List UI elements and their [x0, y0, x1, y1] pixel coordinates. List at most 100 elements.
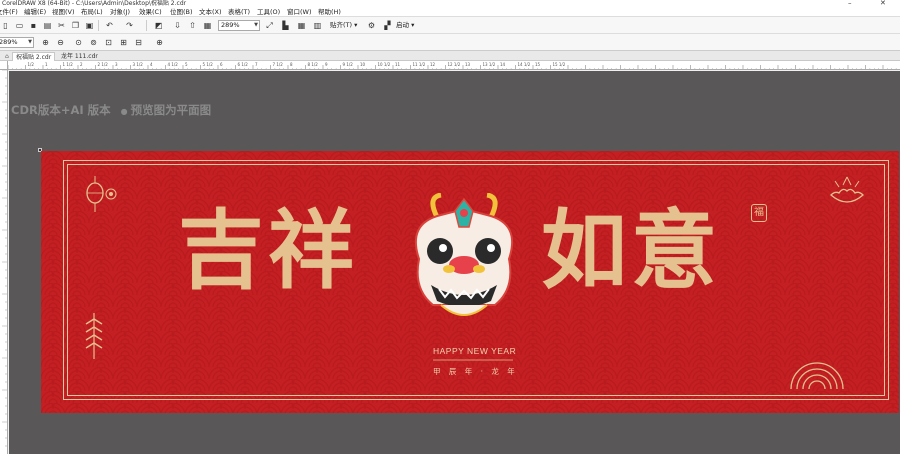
separator — [146, 20, 147, 31]
paste-icon[interactable]: ▣ — [84, 20, 95, 31]
ingot-icon — [830, 176, 864, 203]
zoom-level-input[interactable]: 289% ▼ — [0, 37, 34, 48]
redo-icon[interactable]: ↷ — [124, 20, 135, 31]
undo-icon[interactable]: ↶ — [104, 20, 115, 31]
menu-bar: 文件(F) 编辑(E) 视图(V) 布局(L) 对象(J) 效果(C) 位图(B… — [0, 7, 900, 17]
close-button[interactable]: ✕ — [880, 0, 886, 7]
subtitle-chinese: 甲 辰 年 · 龙 年 — [433, 367, 518, 376]
menu-table[interactable]: 表格(T) — [228, 7, 250, 17]
lion-head-illustration — [414, 193, 514, 316]
cloud-pattern-icon — [790, 362, 844, 390]
zoom-out-icon[interactable]: ⊖ — [55, 37, 66, 48]
ruler-label: 3 1/2 — [133, 62, 144, 67]
ruler-label: 5 1/2 — [203, 62, 214, 67]
minimize-button[interactable]: – — [848, 0, 852, 7]
ruler-label: 8 1/2 — [308, 62, 319, 67]
lantern-icon — [86, 176, 117, 212]
tab-document-2[interactable]: 龙年 111.cdr — [58, 52, 101, 61]
ruler-ticks — [2, 70, 7, 447]
menu-file[interactable]: 文件(F) — [0, 7, 18, 17]
ruler-label: 7 — [255, 62, 258, 67]
zoom-level-select[interactable]: 289% ▼ — [218, 20, 260, 31]
ruler-label: 6 1/2 — [238, 62, 249, 67]
ruler-label: 9 1/2 — [343, 62, 354, 67]
standard-toolbar: ▯ ▭ ▪ ▤ ✂ ❐ ▣ ↶ ↷ ◩ ⇩ ⇧ ▦ 289% ▼ ⤢ ▙ ▦ ▥ … — [0, 17, 900, 34]
home-icon[interactable]: ⌂ — [2, 52, 12, 61]
menu-effects[interactable]: 效果(C) — [139, 7, 162, 17]
ruler-label: 12 — [430, 62, 436, 67]
drawing-canvas[interactable]: CDR版本+AI 版本 ● 预览图为平面图 福 吉祥 如意 HAPPY NEW … — [9, 71, 900, 454]
ruler-label: 14 1/2 — [518, 62, 531, 67]
import-icon[interactable]: ⇩ — [172, 20, 183, 31]
cut-icon[interactable]: ✂ — [56, 20, 67, 31]
export-icon[interactable]: ⇧ — [187, 20, 198, 31]
ruler-label: 3 — [115, 62, 118, 67]
full-screen-icon[interactable]: ⤢ — [264, 20, 275, 31]
snap-to-dropdown[interactable]: 贴齐(T) ▾ — [330, 20, 357, 31]
rulers-icon[interactable]: ▙ — [280, 20, 291, 31]
ruler-label: 11 1/2 — [413, 62, 426, 67]
ruler-label: 15 — [535, 62, 541, 67]
ruler-label: 7 1/2 — [273, 62, 284, 67]
menu-layout[interactable]: 布局(L) — [81, 7, 103, 17]
pdf-icon[interactable]: ▦ — [202, 20, 213, 31]
launch-dropdown[interactable]: 启动 ▾ — [396, 20, 414, 31]
guidelines-icon[interactable]: ▥ — [312, 20, 323, 31]
menu-bitmap[interactable]: 位图(B) — [170, 7, 193, 17]
tab-document-1[interactable]: 祝福贴 2.cdr — [12, 52, 56, 61]
headline-left: 吉祥 — [178, 200, 358, 301]
save-icon[interactable]: ▪ — [28, 20, 39, 31]
firecracker-icon — [85, 313, 103, 359]
property-bar: 289% ▼ ⊕ ⊖ ⊙ ⊚ ⊡ ⊞ ⊟ ⊕ — [0, 34, 900, 51]
headline-right: 如意 — [541, 200, 721, 301]
ruler-label: 6 — [220, 62, 223, 67]
zoom-selected-icon[interactable]: ⊙ — [73, 37, 84, 48]
version-note: CDR版本+AI 版本 ● 预览图为平面图 — [11, 103, 212, 117]
menu-object[interactable]: 对象(J) — [110, 7, 130, 17]
title-bar: CorelDRAW X8 (64-Bit) - C:\Users\Admin\D… — [0, 0, 900, 7]
print-icon[interactable]: ▤ — [42, 20, 53, 31]
gear-icon[interactable]: ⚙ — [366, 20, 377, 31]
zoom-width-icon[interactable]: ⊞ — [118, 37, 129, 48]
ruler-label: 4 — [150, 62, 153, 67]
fu-seal: 福 — [751, 204, 767, 222]
search-content-icon[interactable]: ◩ — [153, 20, 164, 31]
ruler-label: 10 — [360, 62, 366, 67]
zoom-height-icon[interactable]: ⊟ — [133, 37, 144, 48]
ruler-label: 8 — [290, 62, 293, 67]
menu-edit[interactable]: 编辑(E) — [24, 7, 46, 17]
window-title: CorelDRAW X8 (64-Bit) - C:\Users\Admin\D… — [2, 0, 187, 7]
zoom-page-icon[interactable]: ⊡ — [103, 37, 114, 48]
launch-icon[interactable]: ▞ — [382, 20, 393, 31]
ruler-label: 1 1/2 — [63, 62, 74, 67]
zoom-in-icon[interactable]: ⊕ — [40, 37, 51, 48]
ruler-label: 9 — [325, 62, 328, 67]
menu-window[interactable]: 窗口(W) — [287, 7, 312, 17]
horizontal-ruler[interactable]: 1/2 1 1 1/2 2 2 1/2 3 3 1/2 4 4 1/2 5 5 1/2 6 6 1/2 7… — [8, 61, 900, 70]
grid-icon[interactable]: ▦ — [296, 20, 307, 31]
banner-design[interactable]: 福 吉祥 如意 HAPPY NEW YEAR 甲 辰 年 · 龙 年 — [41, 151, 899, 413]
menu-view[interactable]: 视图(V) — [52, 7, 75, 17]
zoom-all-icon[interactable]: ⊚ — [88, 37, 99, 48]
menu-text[interactable]: 文本(X) — [199, 7, 222, 17]
chevron-down-icon: ▼ — [254, 22, 258, 28]
new-document-icon[interactable]: ▯ — [0, 20, 11, 31]
ruler-label: 12 1/2 — [448, 62, 461, 67]
vertical-ruler[interactable] — [0, 70, 8, 454]
preview-note: 预览图为平面图 — [130, 103, 212, 117]
pan-icon[interactable]: ⊕ — [154, 37, 165, 48]
subtitle-english: HAPPY NEW YEAR — [433, 346, 517, 356]
open-icon[interactable]: ▭ — [14, 20, 25, 31]
ruler-label: 1/2 — [28, 62, 35, 67]
ruler-origin[interactable] — [0, 61, 8, 70]
ruler-label: 15 1/2 — [553, 62, 566, 67]
ruler-ticks: 1/2 1 1 1/2 2 2 1/2 3 3 1/2 4 4 1/2 5 5 1/2 6 6 1/2 7… — [8, 62, 897, 69]
bullet-icon: ● — [120, 107, 128, 116]
menu-tools[interactable]: 工具(O) — [257, 7, 280, 17]
ruler-label: 13 1/2 — [483, 62, 496, 67]
ruler-label: 14 — [500, 62, 506, 67]
ruler-label: 13 — [465, 62, 471, 67]
document-tabs: ⌂ 祝福贴 2.cdr 龙年 111.cdr — [0, 51, 900, 61]
copy-icon[interactable]: ❐ — [70, 20, 81, 31]
menu-help[interactable]: 帮助(H) — [318, 7, 341, 17]
